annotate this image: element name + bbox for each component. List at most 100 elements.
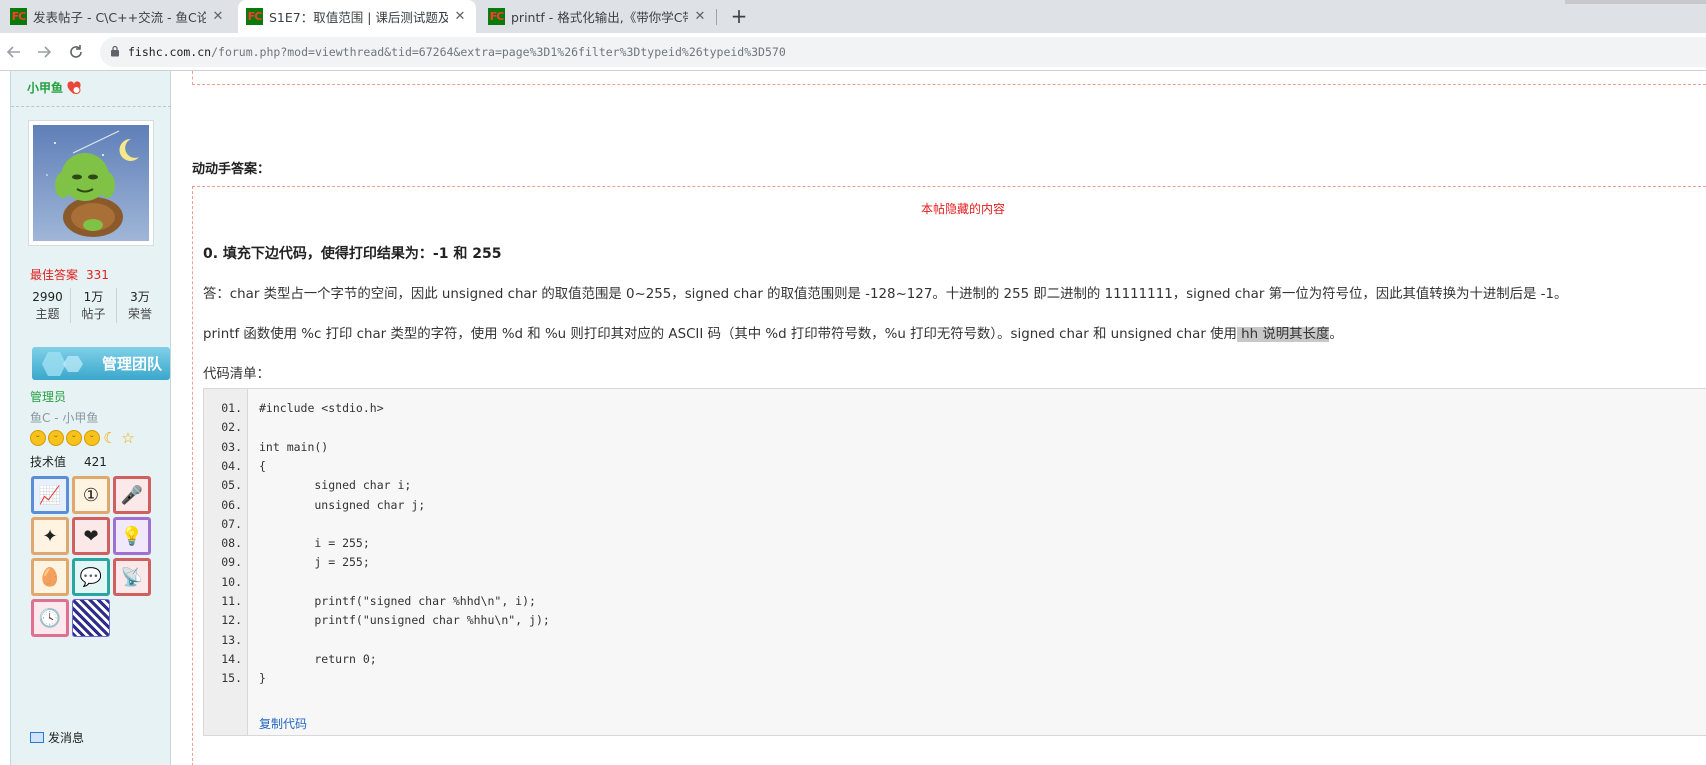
line-number: 01. [221, 401, 242, 415]
count-label: 荣誉 [127, 307, 152, 321]
code-line: return 0; [259, 651, 377, 666]
speech-bubble-medal-icon[interactable]: 💬 [72, 558, 110, 596]
clock-medal-icon[interactable]: 🕓 [31, 599, 69, 637]
avatar[interactable] [28, 120, 154, 246]
browser-tab-2[interactable]: FC printf - 格式化输出,《带你学C带你飞》 ✕ [480, 0, 716, 33]
tab-title: printf - 格式化输出,《带你学C带你飞》 [511, 10, 688, 25]
browser-tab-0[interactable]: FC 发表帖子 - C\C++交流 - 鱼C论坛 ✕ [2, 0, 234, 33]
code-line: } [259, 671, 266, 686]
envelope-icon [30, 732, 44, 743]
line-number: 13. [221, 632, 242, 647]
question-title: 0. 填充下边代码，使得打印结果为：-1 和 255 [203, 246, 502, 262]
sparkle-medal-icon[interactable]: ✦ [31, 517, 69, 555]
count-value: 1万 [83, 290, 104, 304]
hidden-content-box: 本帖隐藏的内容 0. 填充下边代码，使得打印结果为：-1 和 255 答：cha… [192, 186, 1706, 765]
browser-tab-1[interactable]: FC S1E7：取值范围 | 课后测试题及答案 ✕ [238, 0, 476, 33]
sun-face-icon: ᵕ [30, 430, 46, 446]
close-icon[interactable]: ✕ [452, 9, 468, 25]
line-number: 15. [221, 671, 242, 686]
photo-medal-icon[interactable] [72, 599, 110, 637]
forward-arrow-icon[interactable] [34, 42, 54, 62]
line-number: 02. [221, 420, 242, 435]
answer-heading: 动动手答案： [192, 162, 271, 177]
tab-separator [716, 9, 717, 25]
egg-medal-icon[interactable]: 🥚 [31, 558, 69, 596]
answer-paragraph-1: 答：char 类型占一个字节的空间，因此 unsigned char 的取值范围… [203, 287, 1568, 302]
user-group[interactable]: 管理员 [30, 388, 66, 405]
author-username[interactable]: 小甲鱼 [27, 79, 82, 96]
best-answer-value: 331 [86, 268, 109, 282]
url-field[interactable]: fishc.com.cn/forum.php?mod=viewthread&ti… [100, 37, 1706, 67]
forum-page: 小甲鱼 最佳答案 331 2990 主题 1万 帖子 3万 荣誉 管理团队 管理… [0, 71, 1706, 765]
code-line: printf("signed char %hhd\n", i); [259, 594, 536, 608]
best-answer-label: 最佳答案 [30, 268, 79, 282]
code-line: unsigned char j; [259, 497, 426, 512]
user-title: 鱼C - 小甲鱼 [30, 411, 99, 425]
count-label: 帖子 [81, 307, 106, 321]
url-path: /forum.php?mod=viewthread&tid=67264&extr… [211, 45, 786, 59]
fishc-favicon-icon: FC [488, 8, 505, 25]
line-number: 07. [221, 516, 242, 531]
reload-icon[interactable] [66, 42, 86, 62]
window-frame-edge [1565, 0, 1706, 4]
tech-label: 技术值 [30, 455, 67, 469]
username-text[interactable]: 小甲鱼 [27, 79, 63, 96]
vip-heart-icon [66, 80, 82, 96]
number-one-medal-icon[interactable]: ① [72, 476, 110, 514]
fishc-favicon-icon: FC [10, 8, 27, 25]
answer-paragraph-2: printf 函数使用 %c 打印 char 类型的字符，使用 %d 和 %u … [203, 322, 1343, 342]
url-host: fishc.com.cn [128, 45, 212, 59]
code-line: i = 255; [259, 536, 370, 551]
turtle-avatar-icon [33, 125, 149, 241]
count-posts[interactable]: 1万 帖子 [71, 288, 117, 323]
lock-icon[interactable] [110, 45, 120, 60]
author-sidebar: 小甲鱼 最佳答案 331 2990 主题 1万 帖子 3万 荣誉 管理团队 管理… [10, 71, 171, 765]
broadcast-medal-icon[interactable]: 📡 [113, 558, 151, 596]
up-trend-medal-icon[interactable]: 📈 [31, 476, 69, 514]
medal-grid: 📈 ① 🎤 ✦ ❤ 💡 🥚 💬 📡 🕓 [31, 476, 157, 637]
fishc-favicon-icon: FC [246, 8, 263, 25]
address-bar-row: fishc.com.cn/forum.php?mod=viewthread&ti… [0, 33, 1706, 71]
best-answer-stat[interactable]: 最佳答案 331 [30, 266, 109, 283]
sun-face-icon: ᵕ [84, 430, 100, 446]
line-number: 08. [221, 536, 242, 551]
copy-code-link[interactable]: 复制代码 [259, 715, 307, 732]
paragraph-text: 。 [1329, 327, 1343, 342]
selected-text: hh 说明其长度 [1236, 327, 1330, 342]
line-number: 09. [221, 555, 242, 570]
count-value: 2990 [32, 290, 63, 304]
moon-icon: ☾ [103, 429, 117, 447]
heart-medal-icon[interactable]: ❤ [72, 517, 110, 555]
line-number: 14. [221, 651, 242, 666]
tab-title: S1E7：取值范围 | 课后测试题及答案 [269, 10, 448, 25]
plus-icon[interactable]: + [728, 4, 750, 28]
code-line: int main() [259, 439, 329, 454]
line-number: 10. [221, 574, 242, 589]
line-number: 06. [221, 497, 242, 512]
tab-bar: FC 发表帖子 - C\C++交流 - 鱼C论坛 ✕ FC S1E7：取值范围 … [0, 0, 1706, 33]
line-number: 04. [221, 458, 242, 473]
count-label: 主题 [35, 307, 60, 321]
tech-value: 421 [84, 455, 107, 469]
hidden-content-label: 本帖隐藏的内容 [920, 202, 1005, 216]
line-number: 12. [221, 613, 242, 628]
back-arrow-icon[interactable] [4, 42, 24, 62]
code-block[interactable]: 复制代码 01. #include <stdio.h> 02. 03. int main… [203, 388, 1706, 736]
sun-face-icon: ᵕ [48, 430, 64, 446]
line-number: 05. [221, 478, 242, 493]
microphone-medal-icon[interactable]: 🎤 [113, 476, 151, 514]
count-honor[interactable]: 3万 荣誉 [117, 288, 163, 323]
level-icons: ᵕ ᵕ ᵕ ᵕ ☾ ☆ [30, 429, 136, 447]
count-topics[interactable]: 2990 主题 [25, 288, 71, 323]
lightbulb-medal-icon[interactable]: 💡 [113, 517, 151, 555]
code-line: j = 255; [259, 555, 370, 570]
send-message-label: 发消息 [48, 731, 85, 745]
team-badge: 管理团队 [32, 347, 170, 380]
close-icon[interactable]: ✕ [692, 9, 708, 25]
close-icon[interactable]: ✕ [210, 9, 226, 25]
code-line: printf("unsigned char %hhu\n", j); [259, 613, 550, 628]
send-message-link[interactable]: 发消息 [30, 729, 84, 746]
previous-hidden-box-edge [192, 71, 1706, 85]
line-number: 11. [221, 594, 242, 608]
team-badge-label: 管理团队 [101, 355, 162, 373]
